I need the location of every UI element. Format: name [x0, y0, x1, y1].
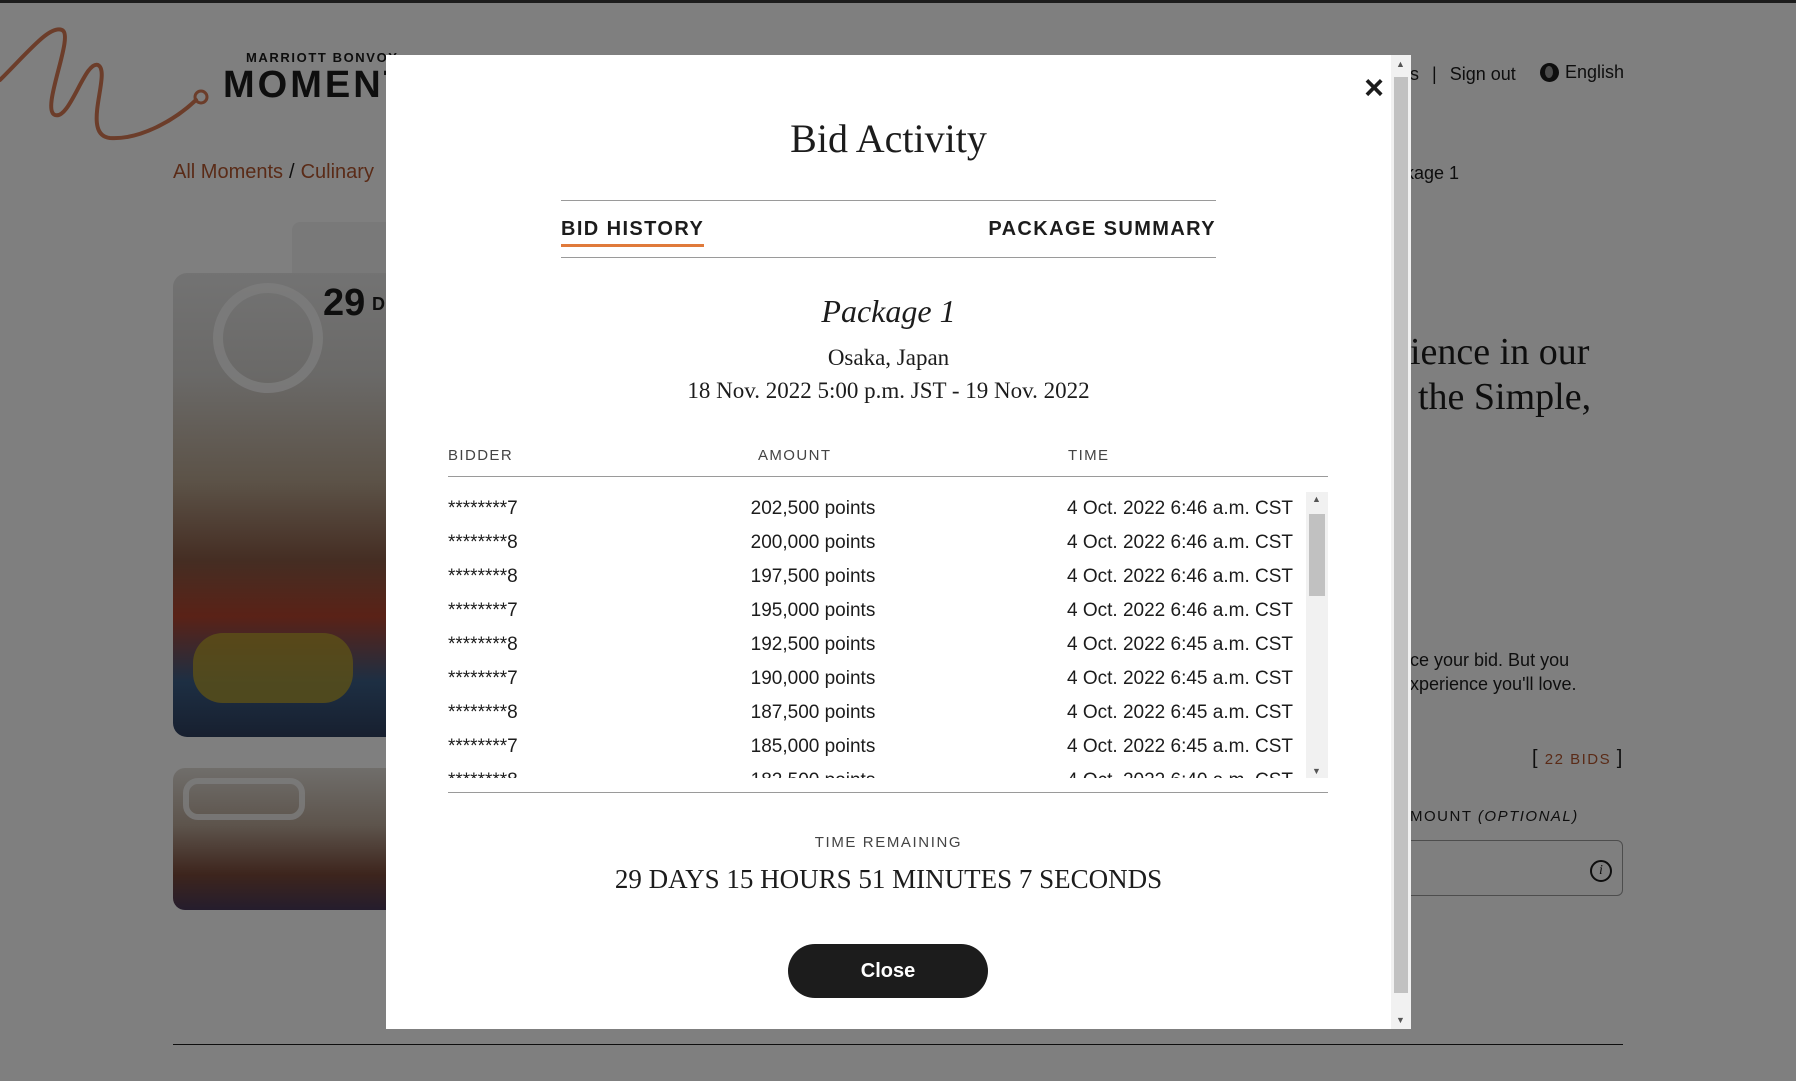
- amount-cell: 195,000 points: [750, 600, 876, 621]
- amount-cell: 192,500 points: [750, 634, 876, 655]
- column-header-time: TIME: [1068, 447, 1110, 464]
- package-name: Package 1: [821, 293, 956, 329]
- bidder-cell: ********8: [448, 532, 518, 553]
- bidder-cell: ********7: [448, 600, 518, 621]
- time-cell: 4 Oct. 2022 6:45 a.m. CST: [1067, 736, 1293, 757]
- time-remaining-label: TIME REMAINING: [814, 834, 963, 851]
- table-row: ********8 187,500 points 4 Oct. 2022 6:4…: [448, 696, 1293, 730]
- time-cell: 4 Oct. 2022 6:46 a.m. CST: [1067, 532, 1293, 553]
- scroll-up-icon[interactable]: ▲: [1396, 59, 1405, 69]
- close-icon[interactable]: ×: [1359, 71, 1389, 105]
- amount-cell: 185,000 points: [750, 736, 876, 757]
- bid-table-header: BIDDER AMOUNT TIME: [448, 447, 1328, 477]
- column-header-amount: AMOUNT: [758, 447, 832, 464]
- bid-table-body: ********7 202,500 points 4 Oct. 2022 6:4…: [448, 492, 1328, 778]
- scroll-down-icon[interactable]: ▼: [1396, 1015, 1405, 1025]
- table-row: ********7 190,000 points 4 Oct. 2022 6:4…: [448, 662, 1293, 696]
- table-bottom-divider: [448, 792, 1328, 793]
- column-header-bidder: BIDDER: [448, 447, 514, 464]
- close-button[interactable]: Close: [788, 944, 988, 998]
- table-row: ********8 182,500 points 4 Oct. 2022 6:4…: [448, 764, 1293, 778]
- bidder-cell: ********7: [448, 736, 518, 757]
- modal-title: Bid Activity: [790, 116, 987, 161]
- amount-cell: 202,500 points: [750, 498, 876, 519]
- time-cell: 4 Oct. 2022 6:46 a.m. CST: [1067, 566, 1293, 587]
- modal-tabs: BID HISTORY PACKAGE SUMMARY: [561, 200, 1216, 258]
- bidder-cell: ********8: [448, 770, 518, 778]
- time-cell: 4 Oct. 2022 6:45 a.m. CST: [1067, 668, 1293, 689]
- scroll-down-icon[interactable]: ▼: [1312, 766, 1321, 776]
- bidder-cell: ********8: [448, 702, 518, 723]
- time-remaining-value: 29 DAYS 15 HOURS 51 MINUTES 7 SECONDS: [614, 864, 1163, 894]
- amount-cell: 187,500 points: [750, 702, 876, 723]
- time-cell: 4 Oct. 2022 6:45 a.m. CST: [1067, 634, 1293, 655]
- table-row: ********7 202,500 points 4 Oct. 2022 6:4…: [448, 492, 1293, 526]
- bidder-cell: ********8: [448, 566, 518, 587]
- scroll-up-icon[interactable]: ▲: [1312, 494, 1321, 504]
- bidder-cell: ********8: [448, 634, 518, 655]
- table-row: ********8 192,500 points 4 Oct. 2022 6:4…: [448, 628, 1293, 662]
- amount-cell: 190,000 points: [750, 668, 876, 689]
- bidder-cell: ********7: [448, 668, 518, 689]
- modal-scroll-thumb[interactable]: [1394, 77, 1408, 993]
- tab-bid-history[interactable]: BID HISTORY: [561, 218, 705, 247]
- table-row: ********7 185,000 points 4 Oct. 2022 6:4…: [448, 730, 1293, 764]
- amount-cell: 197,500 points: [750, 566, 876, 587]
- package-location: Osaka, Japan: [827, 345, 950, 370]
- bid-activity-modal: × Bid Activity BID HISTORY PACKAGE SUMMA…: [386, 55, 1411, 1029]
- table-row: ********8 200,000 points 4 Oct. 2022 6:4…: [448, 526, 1293, 560]
- time-cell: 4 Oct. 2022 6:40 a.m. CST: [1067, 770, 1293, 778]
- bid-table-scroll-thumb[interactable]: [1309, 514, 1325, 596]
- amount-cell: 200,000 points: [750, 532, 876, 553]
- amount-cell: 182,500 points: [748, 770, 878, 778]
- table-row: ********8 197,500 points 4 Oct. 2022 6:4…: [448, 560, 1293, 594]
- table-row: ********7 195,000 points 4 Oct. 2022 6:4…: [448, 594, 1293, 628]
- bid-table-scrollbar[interactable]: ▲ ▼: [1306, 492, 1328, 778]
- time-cell: 4 Oct. 2022 6:45 a.m. CST: [1067, 702, 1293, 723]
- time-cell: 4 Oct. 2022 6:46 a.m. CST: [1067, 498, 1293, 519]
- time-cell: 4 Oct. 2022 6:46 a.m. CST: [1067, 600, 1293, 621]
- modal-scrollbar[interactable]: ▲ ▼: [1391, 55, 1411, 1029]
- tab-package-summary[interactable]: PACKAGE SUMMARY: [988, 218, 1216, 241]
- package-dates: 18 Nov. 2022 5:00 p.m. JST - 19 Nov. 202…: [687, 378, 1090, 403]
- bidder-cell: ********7: [448, 498, 518, 519]
